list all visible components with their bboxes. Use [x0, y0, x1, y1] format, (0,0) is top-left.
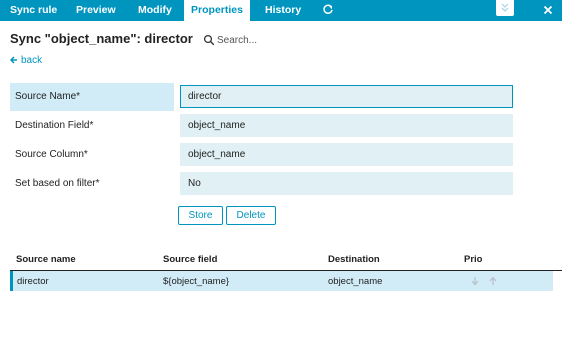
arrow-up-icon[interactable]: [488, 276, 498, 286]
source-name-label: Source Name*: [10, 83, 174, 111]
delete-button[interactable]: Delete: [226, 206, 276, 225]
tab-sync-rule[interactable]: Sync rule: [10, 0, 57, 21]
close-icon[interactable]: [541, 3, 555, 17]
tab-preview[interactable]: Preview: [76, 0, 116, 21]
source-column-label: Source Column*: [15, 149, 88, 160]
back-link[interactable]: back: [10, 55, 42, 66]
source-column-input[interactable]: [180, 143, 513, 166]
tab-bar: Sync rule Preview Modify Properties Hist…: [0, 0, 562, 21]
cell-source-name: director: [17, 276, 49, 287]
store-button[interactable]: Store: [178, 206, 223, 225]
set-based-on-filter-label: Set based on filter*: [15, 178, 100, 189]
page-title: Sync "object_name": director: [10, 31, 193, 46]
column-header-destination: Destination: [328, 254, 380, 265]
minimize-tab-button[interactable]: [496, 0, 514, 16]
column-header-prio: Prio: [464, 254, 483, 265]
tab-modify[interactable]: Modify: [138, 0, 172, 21]
refresh-icon[interactable]: [322, 4, 334, 16]
tab-history[interactable]: History: [265, 0, 301, 21]
destination-field-input[interactable]: [180, 114, 513, 137]
back-arrow-icon: [10, 56, 17, 64]
column-header-source-field: Source field: [163, 254, 218, 265]
set-based-on-filter-select[interactable]: No: [180, 172, 513, 195]
cell-source-field: ${object_name}: [163, 276, 230, 287]
destination-field-label: Destination Field*: [15, 120, 94, 131]
arrow-down-icon[interactable]: [470, 276, 480, 286]
search-icon: [203, 34, 215, 46]
column-header-source-name: Source name: [16, 254, 76, 265]
source-name-field[interactable]: [180, 85, 513, 108]
minimize-icon: [501, 3, 509, 12]
cell-destination: object_name: [328, 276, 383, 287]
search-input[interactable]: [217, 31, 337, 49]
tab-properties[interactable]: Properties: [184, 0, 250, 21]
back-label: back: [21, 55, 43, 66]
